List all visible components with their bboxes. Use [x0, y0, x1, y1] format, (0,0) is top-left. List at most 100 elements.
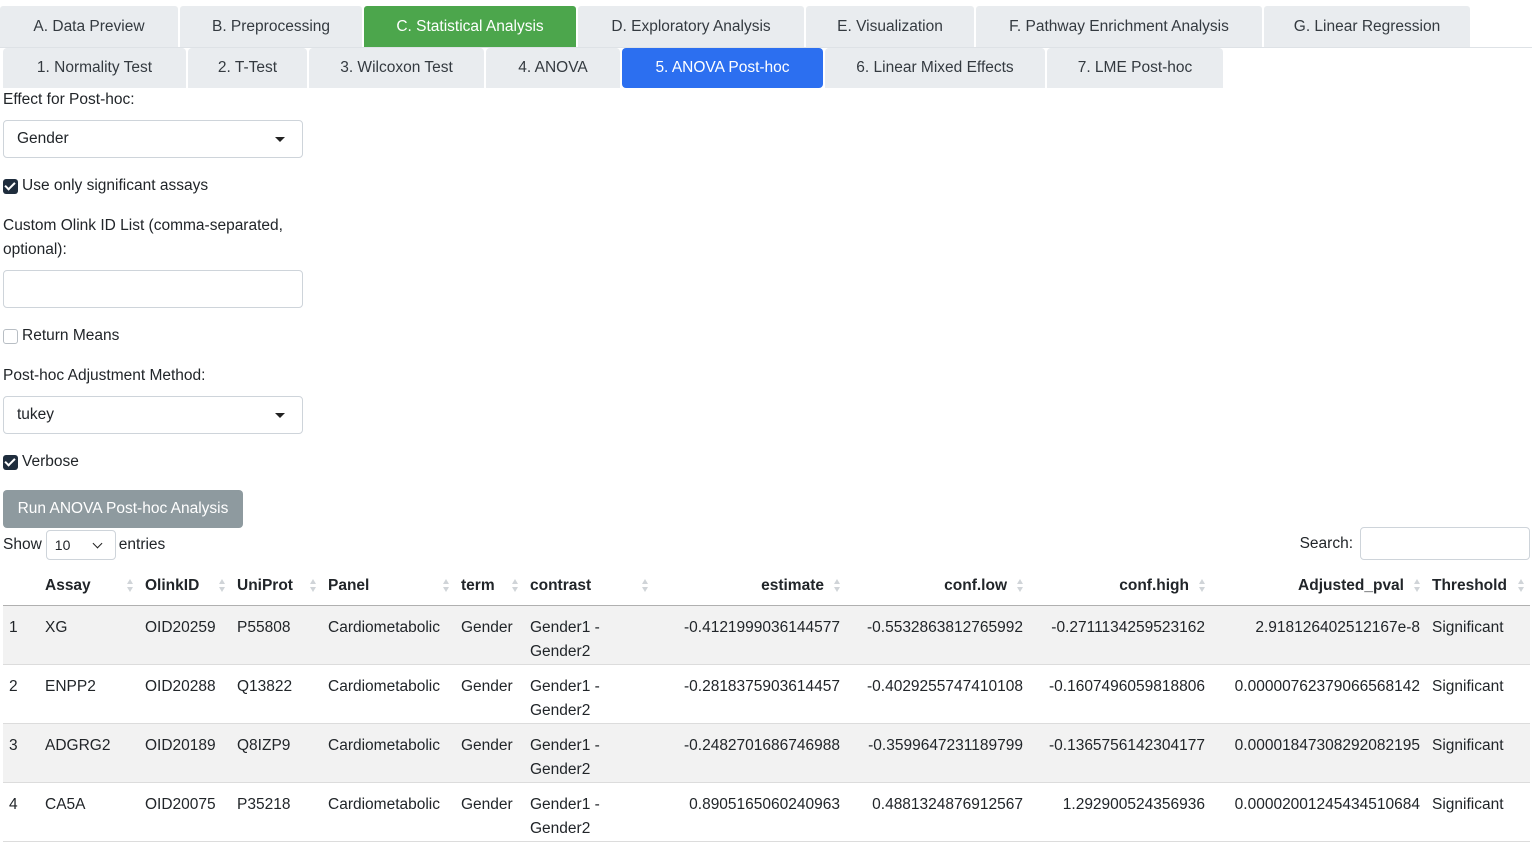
- caret-down-icon: [275, 413, 285, 418]
- checkbox-checked-icon[interactable]: [3, 454, 18, 470]
- tab-preprocessing[interactable]: B. Preprocessing: [180, 6, 362, 47]
- cell-conf-low: -0.4029255747410108: [846, 664, 1029, 724]
- table-row[interactable]: 1 XG OID20259 P55808 Cardiometabolic Gen…: [3, 605, 1530, 665]
- header-threshold[interactable]: Threshold: [1426, 567, 1530, 606]
- header-panel[interactable]: Panel: [322, 567, 455, 606]
- entries-select[interactable]: 10: [45, 530, 116, 560]
- cell-adjusted-pval: 0.00000762379066568142: [1211, 664, 1426, 724]
- verbose-checkbox-row[interactable]: Verbose: [3, 453, 79, 471]
- cell-adjusted-pval: 2.918126402512167e-8: [1211, 605, 1426, 665]
- sort-icon: [443, 579, 449, 593]
- tab-lme-posthoc[interactable]: 7. LME Post-hoc: [1047, 48, 1223, 88]
- sort-icon: [1414, 579, 1420, 593]
- adjust-method-select[interactable]: tukey: [3, 396, 303, 434]
- effect-label: Effect for Post-hoc:: [3, 91, 135, 108]
- checkbox-checked-icon[interactable]: [3, 178, 18, 194]
- cell-conf-low: -0.5532863812765992: [846, 605, 1029, 665]
- cell-conf-high: -0.1365756142304177: [1029, 723, 1211, 783]
- cell-threshold: Significant: [1426, 664, 1530, 724]
- tab-anova-posthoc[interactable]: 5. ANOVA Post-hoc: [622, 48, 823, 88]
- tab-linear-regression[interactable]: G. Linear Regression: [1264, 6, 1470, 47]
- cell-olinkid: OID20259: [139, 605, 231, 665]
- cell-estimate: -0.2482701686746988: [654, 723, 846, 783]
- table-row[interactable]: 2 ENPP2 OID20288 Q13822 Cardiometabolic …: [3, 664, 1530, 724]
- header-conf-low[interactable]: conf.low: [846, 567, 1029, 606]
- header-adjusted-pval[interactable]: Adjusted_pval: [1211, 567, 1426, 606]
- return-means-label: Return Means: [22, 327, 120, 344]
- cell-conf-high: -0.1607496059818806: [1029, 664, 1211, 724]
- adjust-method-value: tukey: [17, 406, 55, 423]
- header-uniprot[interactable]: UniProt: [231, 567, 322, 606]
- cell-olinkid: OID20075: [139, 782, 231, 842]
- effect-select[interactable]: Gender: [3, 120, 303, 158]
- cell-uniprot: P35218: [231, 782, 322, 842]
- cell-panel: Cardiometabolic: [322, 605, 455, 665]
- tab-visualization[interactable]: E. Visualization: [806, 6, 974, 47]
- significant-checkbox-row[interactable]: Use only significant assays: [3, 177, 208, 195]
- custom-id-label-line1: Custom Olink ID List (comma-separated,: [3, 217, 283, 234]
- entries-value: 10: [54, 537, 71, 553]
- cell-panel: Cardiometabolic: [322, 723, 455, 783]
- sort-icon: [642, 579, 648, 593]
- tab-anova[interactable]: 4. ANOVA: [486, 48, 620, 88]
- cell-estimate: -0.4121999036144577: [654, 605, 846, 665]
- header-estimate[interactable]: estimate: [654, 567, 846, 606]
- sort-icon: [310, 579, 316, 593]
- custom-id-input[interactable]: [3, 270, 303, 308]
- search-input[interactable]: [1360, 527, 1530, 560]
- cell-uniprot: Q8IZP9: [231, 723, 322, 783]
- tab-normality-test[interactable]: 1. Normality Test: [3, 48, 186, 88]
- table-row[interactable]: 4 CA5A OID20075 P35218 Cardiometabolic G…: [3, 782, 1530, 842]
- table-search: Search:: [1300, 527, 1530, 560]
- cell-term: Gender: [455, 723, 524, 783]
- cell-olinkid: OID20288: [139, 664, 231, 724]
- tab-pathway-enrichment[interactable]: F. Pathway Enrichment Analysis: [976, 6, 1262, 47]
- adjust-method-label: Post-hoc Adjustment Method:: [3, 367, 206, 384]
- caret-down-icon: [275, 137, 285, 142]
- tab-wilcoxon-test[interactable]: 3. Wilcoxon Test: [309, 48, 484, 88]
- header-conf-high[interactable]: conf.high: [1029, 567, 1211, 606]
- cell-conf-high: 1.292900524356936: [1029, 782, 1211, 842]
- tab-t-test[interactable]: 2. T-Test: [188, 48, 307, 88]
- return-means-checkbox-row[interactable]: Return Means: [3, 327, 119, 345]
- cell-threshold: Significant: [1426, 782, 1530, 842]
- effect-select-value: Gender: [17, 130, 69, 147]
- sort-icon: [1518, 579, 1524, 593]
- cell-index: 2: [3, 664, 39, 724]
- cell-panel: Cardiometabolic: [322, 782, 455, 842]
- sort-icon: [834, 579, 840, 593]
- sort-icon: [127, 579, 133, 593]
- cell-index: 3: [3, 723, 39, 783]
- cell-term: Gender: [455, 664, 524, 724]
- cell-panel: Cardiometabolic: [322, 664, 455, 724]
- cell-olinkid: OID20189: [139, 723, 231, 783]
- chevron-down-icon: [92, 538, 103, 549]
- tab-exploratory-analysis[interactable]: D. Exploratory Analysis: [578, 6, 804, 47]
- verbose-label: Verbose: [22, 453, 79, 470]
- tab-statistical-analysis[interactable]: C. Statistical Analysis: [364, 6, 576, 47]
- cell-conf-low: 0.4881324876912567: [846, 782, 1029, 842]
- cell-assay: XG: [39, 605, 139, 665]
- cell-uniprot: P55808: [231, 605, 322, 665]
- table-row[interactable]: 3 ADGRG2 OID20189 Q8IZP9 Cardiometabolic…: [3, 723, 1530, 783]
- sort-icon: [1199, 579, 1205, 593]
- main-tab-bar: A. Data Preview B. Preprocessing C. Stat…: [0, 6, 1532, 48]
- custom-id-label-line2: optional):: [3, 241, 67, 258]
- significant-checkbox-label: Use only significant assays: [22, 177, 209, 194]
- header-contrast[interactable]: contrast: [524, 567, 654, 606]
- cell-threshold: Significant: [1426, 605, 1530, 665]
- tab-data-preview[interactable]: A. Data Preview: [0, 6, 178, 47]
- header-olinkid[interactable]: OlinkID: [139, 567, 231, 606]
- header-assay[interactable]: Assay: [39, 567, 139, 606]
- page-length-control: Show 10 entries: [3, 530, 165, 560]
- cell-term: Gender: [455, 782, 524, 842]
- cell-estimate: -0.2818375903614457: [654, 664, 846, 724]
- tab-linear-mixed-effects[interactable]: 6. Linear Mixed Effects: [825, 48, 1045, 88]
- cell-contrast: Gender1 - Gender2: [524, 605, 654, 665]
- run-anova-posthoc-button[interactable]: Run ANOVA Post-hoc Analysis: [3, 490, 243, 528]
- checkbox-unchecked-icon[interactable]: [3, 328, 18, 344]
- sub-tab-bar: 1. Normality Test 2. T-Test 3. Wilcoxon …: [0, 48, 1225, 88]
- results-table: Assay OlinkID UniProt Panel term contras…: [3, 567, 1530, 842]
- header-term[interactable]: term: [455, 567, 524, 606]
- table-header-row: Assay OlinkID UniProt Panel term contras…: [3, 567, 1530, 606]
